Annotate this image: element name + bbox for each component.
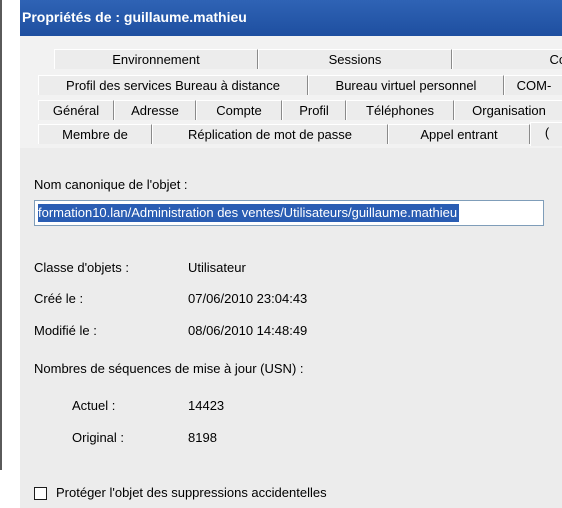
tab-adresse[interactable]: Adresse <box>114 100 196 120</box>
usn-current-value: 14423 <box>188 398 225 413</box>
object-class-label: Classe d'objets : <box>34 260 129 275</box>
usn-label: Nombres de séquences de mise à jour (USN… <box>34 361 304 376</box>
tab-profil-services-bureau[interactable]: Profil des services Bureau à distance <box>38 75 308 95</box>
tab-sessions[interactable]: Sessions <box>258 49 452 69</box>
protect-checkbox[interactable] <box>34 487 47 500</box>
created-label: Créé le : <box>34 291 84 306</box>
protect-label[interactable]: Protéger l'objet des suppressions accide… <box>56 485 327 500</box>
created-value: 07/06/2010 23:04:43 <box>188 291 308 306</box>
usn-original-label: Original : <box>72 430 125 445</box>
window-left-edge <box>0 0 2 470</box>
canonical-name-field[interactable]: formation10.lan/Administration des vente… <box>34 200 544 226</box>
tab-membre-de[interactable]: Membre de <box>38 124 152 144</box>
tab-appel-entrant[interactable]: Appel entrant <box>388 124 530 144</box>
tab-replication-mot-de-passe[interactable]: Réplication de mot de passe <box>152 124 388 144</box>
usn-current-label: Actuel : <box>72 398 116 413</box>
tab-telephones[interactable]: Téléphones <box>346 100 454 120</box>
tab-compte[interactable]: Compte <box>196 100 282 120</box>
tab-objet-selected[interactable]: ( <box>530 122 562 146</box>
tab-com[interactable]: COM- <box>504 75 562 95</box>
canonical-name-label: Nom canonique de l'objet : <box>34 177 188 192</box>
modified-value: 08/06/2010 14:48:49 <box>188 323 308 338</box>
tab-organisation[interactable]: Organisation <box>454 100 562 120</box>
modified-label: Modifié le : <box>34 323 97 338</box>
tab-environnement[interactable]: Environnement <box>54 49 258 69</box>
usn-original-value: 8198 <box>188 430 217 445</box>
tab-general[interactable]: Général <box>38 100 114 120</box>
object-class-value: Utilisateur <box>188 260 246 275</box>
window-title: Propriétés de : guillaume.mathieu <box>22 9 247 25</box>
title-bar[interactable]: Propriétés de : guillaume.mathieu <box>20 0 562 36</box>
canonical-name-value: formation10.lan/Administration des vente… <box>38 204 460 222</box>
tab-bureau-virtuel[interactable]: Bureau virtuel personnel <box>308 75 504 95</box>
tab-controle[interactable]: Cont <box>452 49 562 69</box>
tab-profil[interactable]: Profil <box>282 100 346 120</box>
